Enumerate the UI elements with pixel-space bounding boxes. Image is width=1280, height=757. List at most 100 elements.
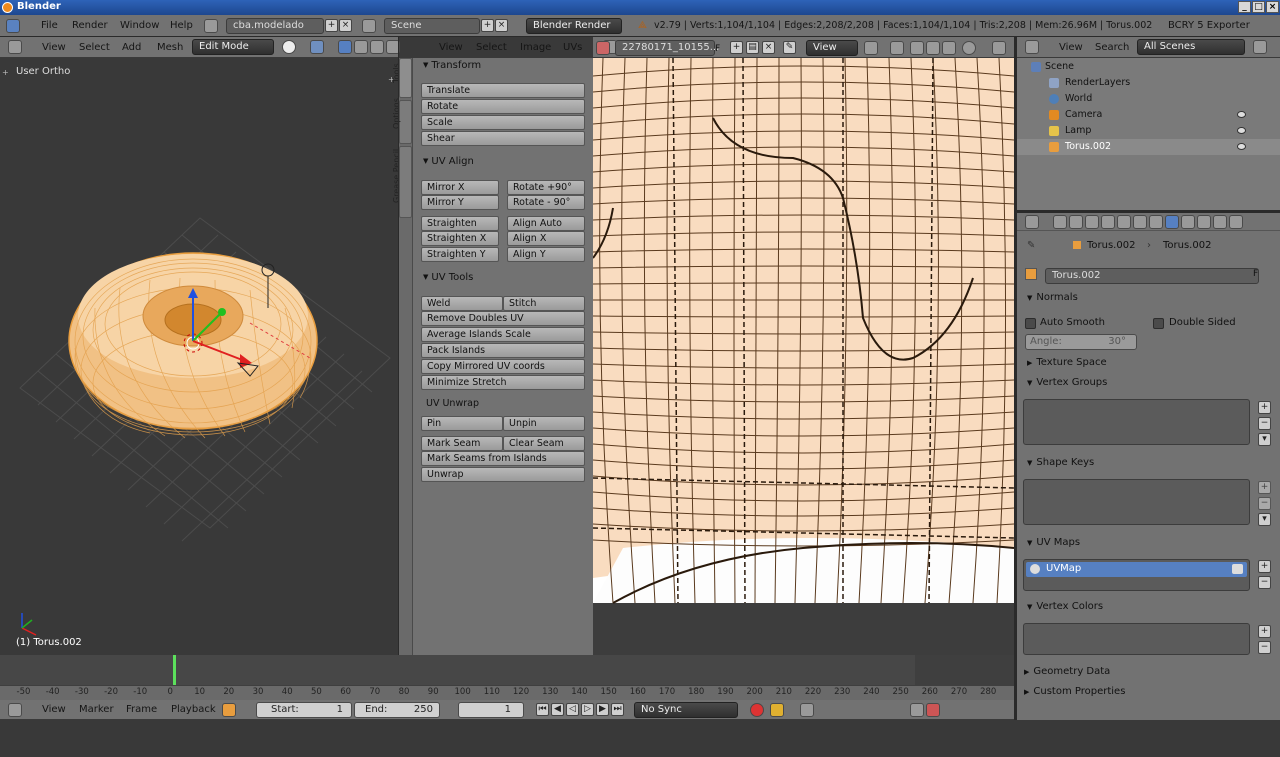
tree-item-renderlayers[interactable]: RenderLayers xyxy=(1017,75,1280,91)
vertex-groups-list[interactable] xyxy=(1023,399,1250,445)
particles-tab-icon[interactable] xyxy=(1213,215,1227,229)
uv-menu-view[interactable]: View xyxy=(439,37,463,757)
view3d-menu-mesh[interactable]: Mesh xyxy=(157,37,183,57)
pin-icon[interactable]: ✎ xyxy=(1027,240,1035,251)
add-vertex-group-icon[interactable]: + xyxy=(1258,401,1271,414)
visibility-eye-icon[interactable] xyxy=(1237,143,1246,150)
timeline-menu-view[interactable]: View xyxy=(42,700,66,719)
minimize-icon[interactable]: _ xyxy=(1238,1,1251,13)
panel-vertex-colors[interactable]: Vertex Colors xyxy=(1027,601,1103,612)
rotate-manipulator-icon[interactable] xyxy=(370,40,384,54)
image-browse-icon[interactable] xyxy=(596,41,610,55)
uv-menu-uvs[interactable]: UVs xyxy=(563,37,582,757)
panel-custom-properties[interactable]: Custom Properties xyxy=(1024,686,1125,697)
tab-options[interactable]: Options xyxy=(392,98,412,144)
timeline-menu-frame[interactable]: Frame xyxy=(126,700,157,719)
preview-range-icon[interactable] xyxy=(222,703,236,717)
timeline-menu-playback[interactable]: Playback xyxy=(171,700,216,719)
info-editor-type-icon[interactable] xyxy=(6,19,20,33)
double-sided-checkbox[interactable] xyxy=(1153,318,1164,329)
render-tab-icon[interactable] xyxy=(1053,215,1067,229)
uv-menu-image[interactable]: Image xyxy=(520,37,551,757)
auto-smooth-checkbox[interactable] xyxy=(1025,318,1036,329)
uv-maps-list[interactable]: UVMap xyxy=(1023,559,1250,591)
close-icon[interactable]: × xyxy=(1266,1,1279,13)
tree-item-world[interactable]: World xyxy=(1017,91,1280,107)
mode-dropdown[interactable]: Edit Mode xyxy=(192,39,274,55)
remove-uv-map-icon[interactable]: − xyxy=(1258,576,1271,589)
current-frame-field[interactable]: 1 xyxy=(458,702,524,718)
uv-vertex-select-icon[interactable] xyxy=(910,41,924,55)
uv-sync-icon[interactable] xyxy=(890,41,904,55)
render-engine-dropdown[interactable]: Blender Render xyxy=(526,18,622,34)
uv-pivot-icon[interactable] xyxy=(864,41,878,55)
screen-name-field[interactable]: cba.modelado xyxy=(226,18,324,34)
outliner-menu-view[interactable]: View xyxy=(1059,37,1083,57)
tree-item-lamp[interactable]: Lamp xyxy=(1017,123,1280,139)
vertex-colors-list[interactable] xyxy=(1023,623,1250,655)
mesh-name-field[interactable]: Torus.002 xyxy=(1045,268,1259,284)
current-frame-marker[interactable] xyxy=(173,655,176,685)
image-pin-icon[interactable]: ✎ xyxy=(783,41,796,54)
uv-map-item[interactable]: UVMap xyxy=(1026,562,1247,577)
menu-window[interactable]: Window xyxy=(120,15,159,36)
insert-keyframe-icon[interactable] xyxy=(910,703,924,717)
uv-face-select-icon[interactable] xyxy=(942,41,956,55)
pivot-point-icon[interactable] xyxy=(310,40,324,54)
remove-vertex-color-icon[interactable]: − xyxy=(1258,641,1271,654)
tab-grease-pencil[interactable]: Grease Pencil xyxy=(392,146,412,218)
uv-menu-select[interactable]: Select xyxy=(476,37,507,757)
add-screen-icon[interactable]: + xyxy=(325,19,338,32)
scene-name-field[interactable]: Scene xyxy=(384,18,480,34)
play-icon[interactable]: ▷ xyxy=(581,703,594,716)
tree-item-scene[interactable]: Scene xyxy=(1017,59,1280,75)
timeline[interactable]: -50 -40 -30 -20 -10 0 10 20 30 40 50 60 70 80 90 100 110… xyxy=(0,655,1014,700)
jump-start-icon[interactable]: ⏮ xyxy=(536,703,549,716)
object-tab-icon[interactable] xyxy=(1117,215,1131,229)
vertex-group-menu-icon[interactable]: ▾ xyxy=(1258,433,1271,446)
uv-map-render-icon[interactable] xyxy=(1232,564,1243,574)
scene-icon[interactable] xyxy=(362,19,376,33)
outliner-search-icon[interactable] xyxy=(1253,40,1267,54)
screen-layout-icon[interactable] xyxy=(204,19,218,33)
jump-keyframe-back-icon[interactable]: ◀ xyxy=(551,703,564,716)
image-new-icon[interactable]: + xyxy=(730,41,743,54)
panel-uv-maps[interactable]: UV Maps xyxy=(1027,537,1080,548)
tree-item-camera[interactable]: Camera xyxy=(1017,107,1280,123)
delete-keyframe-icon[interactable] xyxy=(926,703,940,717)
editor-type-3d-icon[interactable] xyxy=(8,40,22,54)
shape-key-menu-icon[interactable]: ▾ xyxy=(1258,513,1271,526)
add-scene-icon[interactable]: + xyxy=(481,19,494,32)
translate-manipulator-icon[interactable] xyxy=(354,40,368,54)
outliner-display-dropdown[interactable]: All Scenes xyxy=(1137,39,1245,55)
add-uv-map-icon[interactable]: + xyxy=(1258,560,1271,573)
remove-vertex-group-icon[interactable]: − xyxy=(1258,417,1271,430)
image-open-icon[interactable]: ▤ xyxy=(746,41,759,54)
add-vertex-color-icon[interactable]: + xyxy=(1258,625,1271,638)
delete-scene-icon[interactable]: × xyxy=(495,19,508,32)
tree-item-torus[interactable]: Torus.002 xyxy=(1017,139,1280,155)
play-reverse-icon[interactable]: ◁ xyxy=(566,703,579,716)
physics-tab-icon[interactable] xyxy=(1229,215,1243,229)
menu-help[interactable]: Help xyxy=(170,15,193,36)
editor-type-timeline-icon[interactable] xyxy=(8,703,22,717)
data-tab-icon[interactable] xyxy=(1165,215,1179,229)
timeline-menu-marker[interactable]: Marker xyxy=(79,700,114,719)
add-shape-key-icon[interactable]: + xyxy=(1258,481,1271,494)
panel-shape-keys[interactable]: Shape Keys xyxy=(1027,457,1094,468)
manipulator-icon[interactable] xyxy=(338,40,352,54)
jump-keyframe-forward-icon[interactable]: ▶ xyxy=(596,703,609,716)
panel-vertex-groups[interactable]: Vertex Groups xyxy=(1027,377,1107,388)
image-unlink-icon[interactable]: × xyxy=(762,41,775,54)
outliner-menu-search[interactable]: Search xyxy=(1095,37,1129,57)
panel-geometry-data[interactable]: Geometry Data xyxy=(1024,666,1110,677)
view3d-menu-select[interactable]: Select xyxy=(79,37,110,57)
sync-dropdown[interactable]: No Sync xyxy=(634,702,738,718)
visibility-eye-icon[interactable] xyxy=(1237,127,1246,134)
world-tab-icon[interactable] xyxy=(1101,215,1115,229)
uv-edge-select-icon[interactable] xyxy=(926,41,940,55)
constraints-tab-icon[interactable] xyxy=(1133,215,1147,229)
start-frame-field[interactable]: Start: 1 xyxy=(256,702,352,718)
image-name-field[interactable]: 22780171_10155... xyxy=(615,40,719,56)
menu-render[interactable]: Render xyxy=(72,15,108,36)
